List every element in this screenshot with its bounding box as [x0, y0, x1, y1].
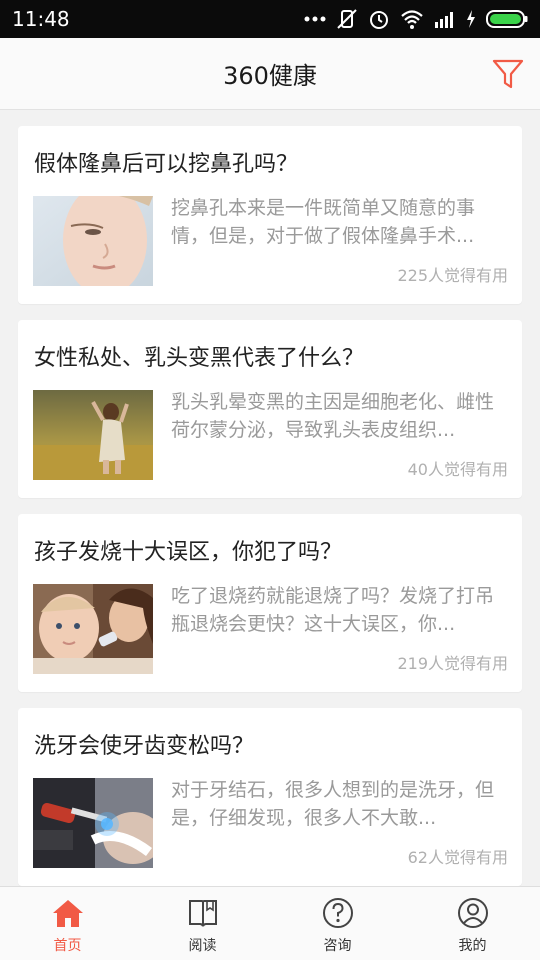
- article-title: 假体隆鼻后可以挖鼻孔吗？: [34, 152, 299, 177]
- article-feed: 假体隆鼻后可以挖鼻孔吗？ 挖鼻孔本来是一件既简单又随意的事情，但是，对于做了假体…: [18, 126, 522, 902]
- article-title: 女性私处、乳头变黑代表了什么？: [34, 346, 365, 371]
- article-likes: 219人觉得有用: [397, 654, 508, 673]
- article-card[interactable]: 孩子发烧十大误区，你犯了吗？ 吃了退烧药就能退烧了吗？发烧了打吊瓶退烧会更快？这…: [18, 514, 522, 692]
- article-card[interactable]: 假体隆鼻后可以挖鼻孔吗？ 挖鼻孔本来是一件既简单又随意的事情，但是，对于做了假体…: [18, 126, 522, 304]
- article-thumbnail: [33, 778, 153, 868]
- status-time: 11:48: [12, 7, 70, 31]
- tab-label: 首页: [53, 938, 82, 954]
- article-likes: 40人觉得有用: [407, 460, 508, 479]
- vibrate-off-icon: [336, 8, 358, 30]
- article-thumbnail: [33, 390, 153, 480]
- signal-icon: [434, 10, 456, 28]
- book-icon: [187, 897, 219, 929]
- page-title: 360健康: [223, 62, 317, 90]
- status-icons: [304, 8, 528, 30]
- article-likes: 62人觉得有用: [407, 848, 508, 867]
- article-card[interactable]: 女性私处、乳头变黑代表了什么？ 乳头乳晕变黑的主因是细胞老化、雌性荷尔蒙分泌，导…: [18, 320, 522, 498]
- user-icon: [457, 897, 489, 929]
- article-summary: 吃了退烧药就能退烧了吗？发烧了打吊瓶退烧会更快？这十大误区，你...: [171, 585, 495, 635]
- tab-consult[interactable]: 咨询: [270, 887, 405, 960]
- article-title: 洗牙会使牙齿变松吗？: [34, 734, 255, 759]
- tab-mine[interactable]: 我的: [405, 887, 540, 960]
- article-title: 孩子发烧十大误区，你犯了吗？: [34, 540, 343, 565]
- article-thumbnail: [33, 584, 153, 674]
- app-header: 360健康: [0, 38, 540, 110]
- charging-icon: [466, 10, 476, 28]
- article-summary: 乳头乳晕变黑的主因是细胞老化、雌性荷尔蒙分泌，导致乳头表皮组织...: [171, 391, 495, 441]
- article-likes: 225人觉得有用: [397, 266, 508, 285]
- filter-button[interactable]: [490, 56, 526, 92]
- question-icon: [322, 897, 354, 929]
- tab-label: 阅读: [188, 938, 217, 954]
- filter-icon: [492, 59, 524, 89]
- tab-read[interactable]: 阅读: [135, 887, 270, 960]
- alarm-icon: [368, 8, 390, 30]
- wifi-icon: [400, 9, 424, 29]
- article-summary: 对于牙结石，很多人想到的是洗牙，但是，仔细发现，很多人不大敢...: [171, 779, 495, 829]
- article-thumbnail: [33, 196, 153, 286]
- article-card[interactable]: 洗牙会使牙齿变松吗？ 对于牙结石，很多人想到的是洗牙，但是，仔细发现，很多人不大…: [18, 708, 522, 886]
- home-icon: [52, 897, 84, 929]
- bottom-tab-bar: 首页 阅读 咨询 我的: [0, 886, 540, 960]
- status-bar: 11:48: [0, 0, 540, 38]
- article-summary: 挖鼻孔本来是一件既简单又随意的事情，但是，对于做了假体隆鼻手术...: [171, 197, 476, 247]
- tab-label: 咨询: [323, 938, 352, 954]
- battery-icon: [486, 9, 528, 29]
- tab-home[interactable]: 首页: [0, 887, 135, 960]
- more-dots-icon: [304, 15, 326, 23]
- tab-label: 我的: [458, 938, 487, 954]
